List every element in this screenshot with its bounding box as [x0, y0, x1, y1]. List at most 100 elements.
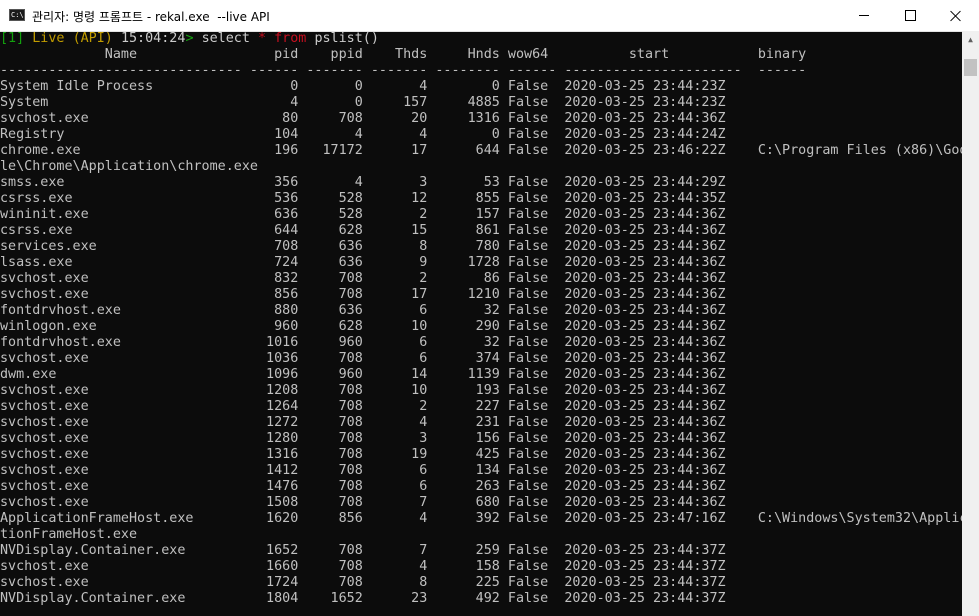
table-header: Name pid ppid Thds Hnds wow64 start bina… — [0, 47, 962, 63]
process-hnds: 158 — [435, 559, 500, 574]
process-start: 2020-03-25 23:44:24Z — [564, 127, 742, 142]
scroll-up-icon[interactable]: ▲ — [962, 31, 979, 48]
console-icon[interactable]: C:\ — [9, 9, 25, 21]
process-name: svchost.exe — [0, 287, 242, 302]
column-thds: Thds — [370, 47, 428, 62]
process-start: 2020-03-25 23:44:37Z — [564, 575, 742, 590]
process-pid: 636 — [249, 207, 299, 222]
process-wow64: False — [507, 175, 557, 190]
process-thds: 14 — [370, 367, 428, 382]
process-start: 2020-03-25 23:44:23Z — [564, 95, 742, 110]
cmd-select: select — [201, 31, 250, 46]
process-start: 2020-03-25 23:44:36Z — [564, 415, 742, 430]
process-ppid: 856 — [306, 511, 363, 526]
process-hnds: 32 — [435, 303, 500, 318]
process-thds: 12 — [370, 191, 428, 206]
close-button[interactable] — [933, 0, 979, 31]
process-name: svchost.exe — [0, 559, 242, 574]
process-wow64: False — [507, 191, 557, 206]
process-start: 2020-03-25 23:47:16Z — [564, 511, 742, 526]
process-hnds: 1139 — [435, 367, 500, 382]
process-start: 2020-03-25 23:44:36Z — [564, 479, 742, 494]
process-thds: 2 — [370, 399, 428, 414]
process-ppid: 4 — [306, 175, 363, 190]
process-ppid: 708 — [306, 575, 363, 590]
process-wow64: False — [507, 431, 557, 446]
process-name: svchost.exe — [0, 351, 242, 366]
process-pid: 1804 — [249, 591, 299, 606]
process-row: System Idle Process 0 0 4 0 False 2020-0… — [0, 79, 962, 95]
process-hnds: 32 — [435, 335, 500, 350]
process-hnds: 644 — [435, 143, 500, 158]
prompt-index: [1] — [0, 31, 25, 46]
process-ppid: 960 — [306, 367, 363, 382]
process-row: ApplicationFrameHost.exe 1620 856 4 392 … — [0, 511, 962, 527]
process-ppid: 708 — [306, 495, 363, 510]
process-ppid: 708 — [306, 271, 363, 286]
process-thds: 8 — [370, 575, 428, 590]
process-thds: 6 — [370, 335, 428, 350]
process-start: 2020-03-25 23:44:36Z — [564, 495, 742, 510]
process-name: System Idle Process — [0, 79, 242, 94]
maximize-button[interactable] — [887, 0, 933, 31]
process-ppid: 4 — [306, 127, 363, 142]
process-pid: 80 — [249, 111, 299, 126]
process-row: services.exe 708 636 8 780 False 2020-03… — [0, 239, 962, 255]
process-name: svchost.exe — [0, 431, 242, 446]
process-row: csrss.exe 644 628 15 861 False 2020-03-2… — [0, 223, 962, 239]
process-start: 2020-03-25 23:44:36Z — [564, 303, 742, 318]
process-name: svchost.exe — [0, 575, 242, 590]
process-ppid: 708 — [306, 431, 363, 446]
process-row: fontdrvhost.exe 1016 960 6 32 False 2020… — [0, 335, 962, 351]
process-thds: 4 — [370, 415, 428, 430]
process-hnds: 157 — [435, 207, 500, 222]
process-pid: 4 — [249, 95, 299, 110]
process-row: dwm.exe 1096 960 14 1139 False 2020-03-2… — [0, 367, 962, 383]
process-row: svchost.exe 1280 708 3 156 False 2020-03… — [0, 431, 962, 447]
column-ppid: ppid — [306, 47, 363, 62]
maximize-icon — [904, 10, 916, 21]
process-start: 2020-03-25 23:44:36Z — [564, 319, 742, 334]
process-pid: 708 — [249, 239, 299, 254]
process-pid: 1280 — [249, 431, 299, 446]
process-row: svchost.exe 1208 708 10 193 False 2020-0… — [0, 383, 962, 399]
process-thds: 3 — [370, 431, 428, 446]
process-wow64: False — [507, 207, 557, 222]
process-pid: 1316 — [249, 447, 299, 462]
process-row: svchost.exe 1036 708 6 374 False 2020-03… — [0, 351, 962, 367]
scroll-thumb[interactable] — [964, 59, 977, 76]
process-pid: 536 — [249, 191, 299, 206]
process-ppid: 708 — [306, 287, 363, 302]
process-pid: 196 — [249, 143, 299, 158]
process-start: 2020-03-25 23:44:23Z — [564, 79, 742, 94]
close-icon — [950, 10, 962, 22]
process-ppid: 17172 — [306, 143, 363, 158]
process-hnds: 425 — [435, 447, 500, 462]
process-row: System 4 0 157 4885 False 2020-03-25 23:… — [0, 95, 962, 111]
process-hnds: 4885 — [435, 95, 500, 110]
process-thds: 2 — [370, 207, 428, 222]
process-start: 2020-03-25 23:46:22Z — [564, 143, 742, 158]
process-ppid: 636 — [306, 303, 363, 318]
process-wow64: False — [507, 511, 557, 526]
process-hnds: 680 — [435, 495, 500, 510]
process-start: 2020-03-25 23:44:36Z — [564, 383, 742, 398]
process-start: 2020-03-25 23:44:36Z — [564, 463, 742, 478]
process-name: Registry — [0, 127, 242, 142]
process-thds: 4 — [370, 127, 428, 142]
console-output[interactable]: [1] Live (API) 15:04:24> select * from p… — [0, 31, 962, 616]
vertical-scrollbar[interactable]: ▲ — [962, 31, 979, 616]
process-wow64: False — [507, 111, 557, 126]
column-start: start — [564, 47, 742, 62]
process-name: fontdrvhost.exe — [0, 303, 242, 318]
process-wow64: False — [507, 415, 557, 430]
title-bar[interactable]: C:\ 관리자: 명령 프롬프트 - rekal.exe --live API — [0, 0, 979, 32]
process-row: lsass.exe 724 636 9 1728 False 2020-03-2… — [0, 255, 962, 271]
process-name: dwm.exe — [0, 367, 242, 382]
process-thds: 3 — [370, 175, 428, 190]
process-hnds: 1316 — [435, 111, 500, 126]
process-wow64: False — [507, 319, 557, 334]
process-ppid: 636 — [306, 255, 363, 270]
minimize-button[interactable] — [841, 0, 887, 31]
process-wow64: False — [507, 95, 557, 110]
